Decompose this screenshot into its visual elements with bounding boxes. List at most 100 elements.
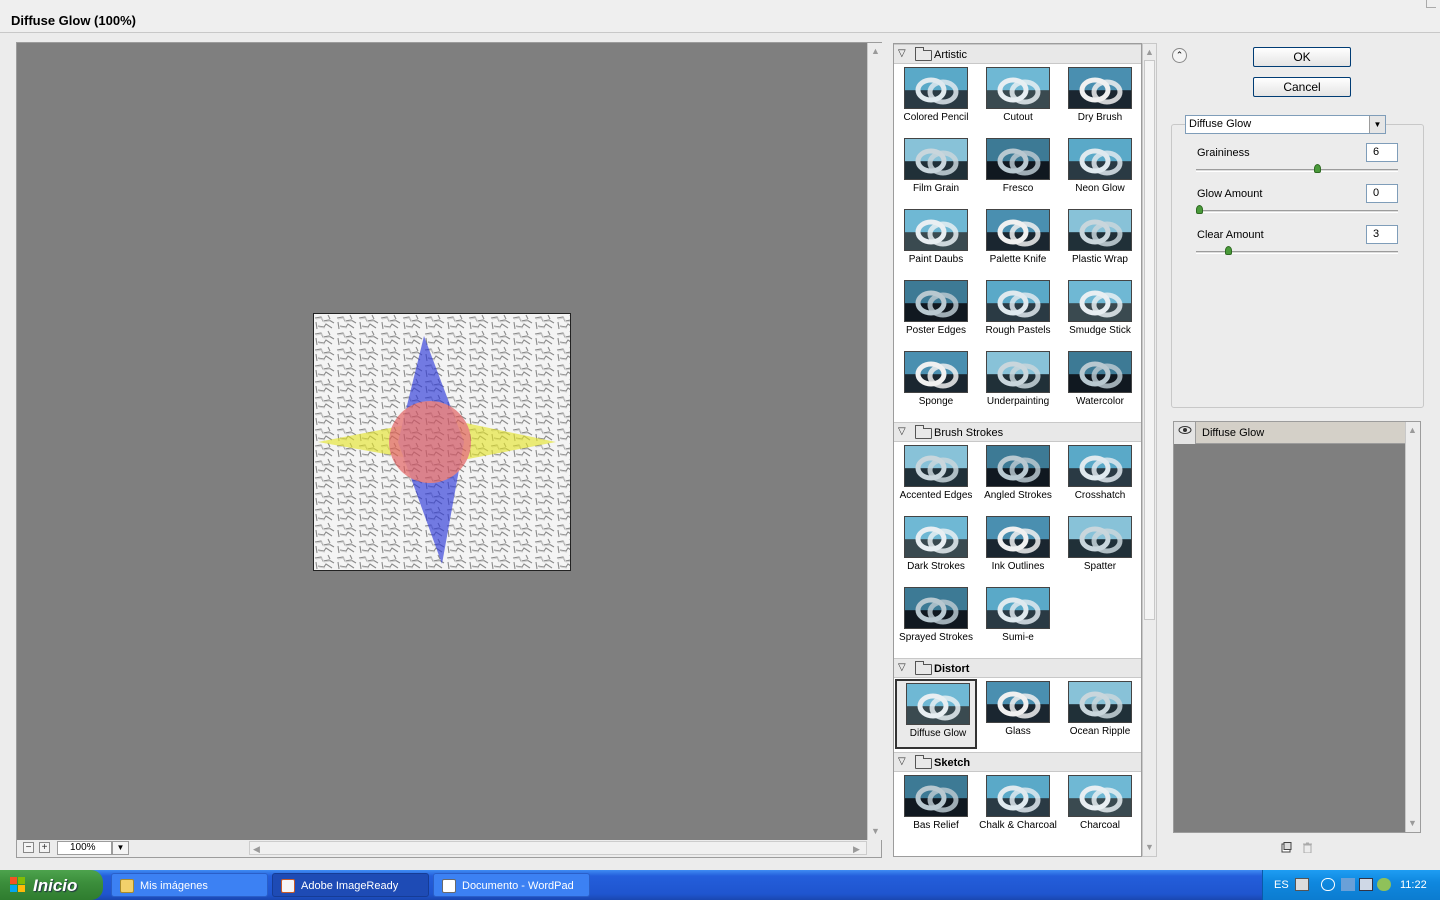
filter-thumb-fresco[interactable]: Fresco	[977, 136, 1059, 206]
category-distort[interactable]: ▽ Distort	[894, 658, 1141, 678]
scroll-down-icon[interactable]: ▼	[871, 826, 880, 836]
folder-icon	[915, 47, 932, 61]
filter-label: Smudge Stick	[1069, 325, 1131, 336]
graininess-slider[interactable]	[1196, 169, 1398, 172]
filter-preview-image	[1068, 351, 1132, 393]
filter-preview-image	[904, 138, 968, 180]
collapse-gallery-icon[interactable]: ⌃	[1172, 48, 1187, 63]
preview-artwork	[314, 314, 570, 570]
filter-thumb-spatter[interactable]: Spatter	[1059, 514, 1141, 584]
clear-amount-slider-knob[interactable]	[1225, 246, 1232, 255]
glow-amount-slider-knob[interactable]	[1196, 205, 1203, 214]
scroll-up-icon[interactable]: ▲	[871, 46, 880, 56]
close-icon[interactable]	[1426, 0, 1436, 8]
chevron-left-icon[interactable]	[1321, 878, 1335, 891]
expand-triangle-icon[interactable]: ▽	[898, 48, 906, 59]
eye-icon[interactable]	[1174, 422, 1196, 444]
filter-preview-image	[904, 280, 968, 322]
filter-thumb-charcoal[interactable]: Charcoal	[1059, 773, 1141, 843]
filter-preview-image	[986, 67, 1050, 109]
gallery-scroll-thumb[interactable]	[1144, 60, 1155, 620]
filter-select-value: Diffuse Glow	[1189, 118, 1252, 130]
zoom-in-button[interactable]: +	[39, 842, 50, 853]
keyboard-icon[interactable]	[1295, 878, 1309, 891]
language-indicator[interactable]: ES	[1274, 879, 1289, 891]
filter-preview-image	[904, 209, 968, 251]
category-brush-strokes[interactable]: ▽ Brush Strokes	[894, 422, 1141, 442]
scroll-down-icon[interactable]: ▼	[1145, 842, 1154, 852]
filter-preview-image	[904, 351, 968, 393]
scroll-right-icon[interactable]: ▶	[853, 844, 860, 854]
layers-scrollbar[interactable]: ▲ ▼	[1405, 422, 1420, 832]
filter-thumb-ocean-ripple[interactable]: Ocean Ripple	[1059, 679, 1141, 749]
scroll-up-icon[interactable]: ▲	[1408, 425, 1417, 435]
glow-amount-slider[interactable]	[1196, 210, 1398, 213]
chevron-down-icon[interactable]: ▼	[1369, 116, 1385, 133]
filter-preview-image	[986, 587, 1050, 629]
filter-preview-image	[986, 775, 1050, 817]
cancel-button[interactable]: Cancel	[1253, 77, 1351, 97]
expand-triangle-icon[interactable]: ▽	[898, 662, 906, 673]
filter-preview-image	[986, 681, 1050, 723]
clear-amount-input[interactable]: 3	[1366, 225, 1398, 244]
filter-thumb-poster-edges[interactable]: Poster Edges	[895, 278, 977, 348]
delete-effect-layer-icon[interactable]	[1302, 842, 1314, 854]
filter-thumb-neon-glow[interactable]: Neon Glow	[1059, 136, 1141, 206]
glow-amount-input[interactable]: 0	[1366, 184, 1398, 203]
zoom-dropdown-button[interactable]: ▼	[112, 841, 129, 855]
start-button[interactable]: Inicio	[0, 870, 103, 900]
expand-triangle-icon[interactable]: ▽	[898, 426, 906, 437]
filter-thumb-film-grain[interactable]: Film Grain	[895, 136, 977, 206]
clock: 11:22	[1400, 879, 1427, 891]
network-error-icon[interactable]	[1341, 878, 1355, 891]
preview-horizontal-scrollbar[interactable]: ◀ ▶	[249, 841, 867, 855]
glow-amount-label: Glow Amount	[1197, 188, 1263, 200]
filter-preview-image	[986, 445, 1050, 487]
filter-label: Watercolor	[1076, 396, 1124, 407]
graininess-input[interactable]: 6	[1366, 143, 1398, 162]
filter-thumb-watercolor[interactable]: Watercolor	[1059, 349, 1141, 419]
filter-thumb-sponge[interactable]: Sponge	[895, 349, 977, 419]
filter-thumb-chalk-charcoal[interactable]: Chalk & Charcoal	[977, 773, 1059, 843]
start-label: Inicio	[33, 876, 78, 895]
filter-thumb-ink-outlines[interactable]: Ink Outlines	[977, 514, 1059, 584]
filter-thumb-crosshatch[interactable]: Crosshatch	[1059, 443, 1141, 513]
expand-triangle-icon[interactable]: ▽	[898, 756, 906, 767]
filter-thumb-dry-brush[interactable]: Dry Brush	[1059, 65, 1141, 135]
ok-button[interactable]: OK	[1253, 47, 1351, 67]
graininess-slider-knob[interactable]	[1314, 164, 1321, 173]
taskbar-item-adobe-imageready[interactable]: Adobe ImageReady	[272, 873, 429, 897]
filter-thumb-underpainting[interactable]: Underpainting	[977, 349, 1059, 419]
filter-thumb-palette-knife[interactable]: Palette Knife	[977, 207, 1059, 277]
filter-thumb-diffuse-glow[interactable]: Diffuse Glow	[895, 679, 977, 749]
safely-remove-icon[interactable]	[1377, 878, 1391, 891]
filter-thumb-bas-relief[interactable]: Bas Relief	[895, 773, 977, 843]
zoom-out-button[interactable]: −	[23, 842, 34, 853]
zoom-level-field[interactable]: 100%	[57, 841, 112, 855]
scroll-up-icon[interactable]: ▲	[1145, 47, 1154, 57]
filter-thumb-rough-pastels[interactable]: Rough Pastels	[977, 278, 1059, 348]
scroll-left-icon[interactable]: ◀	[253, 844, 260, 854]
filter-thumb-sprayed-strokes[interactable]: Sprayed Strokes	[895, 585, 977, 655]
filter-label: Neon Glow	[1075, 183, 1125, 194]
scroll-down-icon[interactable]: ▼	[1408, 818, 1417, 828]
filter-thumb-cutout[interactable]: Cutout	[977, 65, 1059, 135]
category-artistic[interactable]: ▽ Artistic	[894, 44, 1141, 64]
network-icon[interactable]	[1359, 878, 1373, 891]
filter-thumb-dark-strokes[interactable]: Dark Strokes	[895, 514, 977, 584]
new-effect-layer-icon[interactable]	[1281, 842, 1293, 853]
preview-vertical-scrollbar[interactable]: ▲ ▼	[867, 43, 882, 840]
category-sketch[interactable]: ▽ Sketch	[894, 752, 1141, 772]
filter-select[interactable]: Diffuse Glow ▼	[1185, 115, 1386, 134]
filter-thumb-paint-daubs[interactable]: Paint Daubs	[895, 207, 977, 277]
filter-thumb-sumi-e[interactable]: Sumi-e	[977, 585, 1059, 655]
taskbar-item-wordpad[interactable]: Documento - WordPad	[433, 873, 590, 897]
filter-thumb-accented-edges[interactable]: Accented Edges	[895, 443, 977, 513]
filter-thumb-angled-strokes[interactable]: Angled Strokes	[977, 443, 1059, 513]
filter-thumb-smudge-stick[interactable]: Smudge Stick	[1059, 278, 1141, 348]
filter-thumb-plastic-wrap[interactable]: Plastic Wrap	[1059, 207, 1141, 277]
filter-label: Sumi-e	[1002, 632, 1034, 643]
filter-thumb-colored-pencil[interactable]: Colored Pencil	[895, 65, 977, 135]
taskbar-item-mis-imagenes[interactable]: Mis imágenes	[111, 873, 268, 897]
filter-thumb-glass[interactable]: Glass	[977, 679, 1059, 749]
